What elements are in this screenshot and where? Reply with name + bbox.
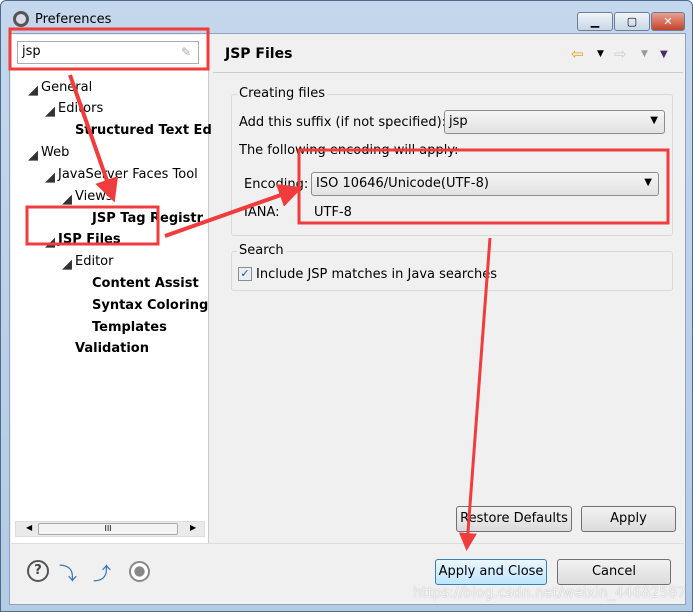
annotation-overlay <box>8 27 670 551</box>
annotation-box-search <box>8 27 210 71</box>
annotation-arrow <box>458 237 492 551</box>
annotation-box-jsp-files <box>25 205 160 246</box>
annotation-arrow <box>164 184 303 238</box>
annotation-box-encoding <box>297 148 670 225</box>
annotation-arrow <box>68 74 119 203</box>
